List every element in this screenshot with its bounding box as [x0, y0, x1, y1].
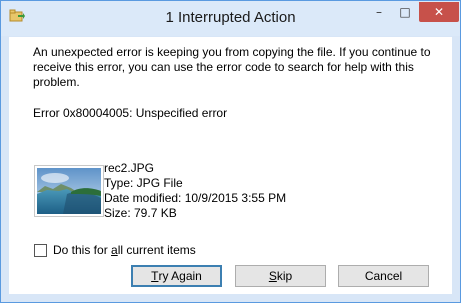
checkbox-label: Do this for all current items [53, 243, 196, 257]
file-name: rec2.JPG [104, 161, 155, 175]
maximize-icon[interactable]: □ [392, 2, 418, 22]
error-message: An unexpected error is keeping you from … [33, 45, 431, 89]
error-code: Error 0x80004005: Unspecified error [33, 106, 228, 120]
file-info: rec2.JPG Type: JPG File Date modified: 1… [104, 161, 286, 221]
checkbox-box[interactable] [34, 243, 47, 257]
file-size: Size: 79.7 KB [104, 206, 177, 220]
close-icon[interactable]: ✕ [419, 2, 459, 22]
file-type: Type: JPG File [104, 176, 183, 190]
try-again-button[interactable]: Try Again [131, 265, 222, 287]
apply-to-all-checkbox[interactable]: Do this for all current items [34, 243, 196, 257]
image-thumbnail [34, 165, 104, 217]
title-bar[interactable]: 1 Interrupted Action – □ ✕ [1, 1, 460, 36]
dialog-body: An unexpected error is keeping you from … [9, 37, 452, 294]
cancel-button[interactable]: Cancel [338, 265, 429, 287]
file-date-modified: Date modified: 10/9/2015 3:55 PM [104, 191, 287, 205]
minimize-icon[interactable]: – [366, 2, 392, 22]
skip-button[interactable]: Skip [235, 265, 326, 287]
interrupted-action-dialog: 1 Interrupted Action – □ ✕ An unexpected… [0, 0, 461, 303]
